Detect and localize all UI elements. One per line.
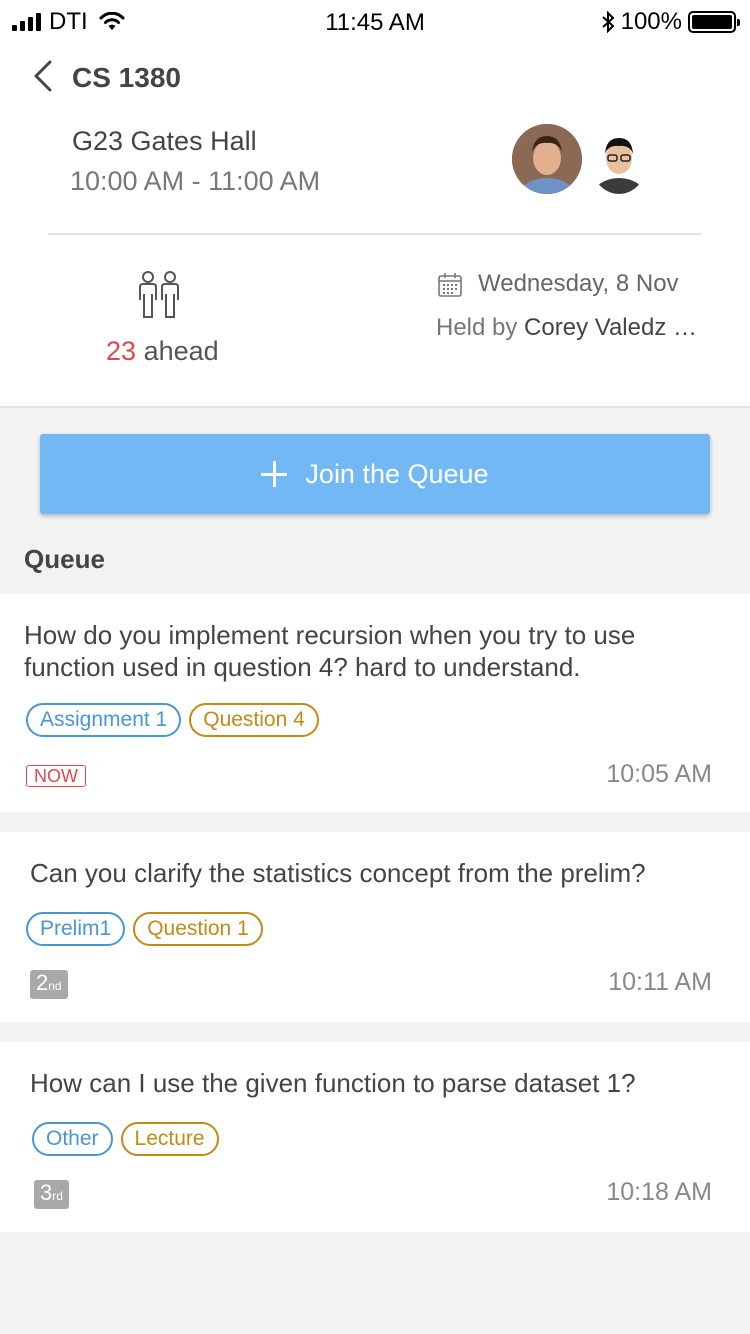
divider (48, 233, 701, 235)
date-label: Wednesday, 8 Nov (478, 270, 679, 297)
question-time: 10:11 AM (608, 968, 712, 996)
calendar-icon (438, 273, 462, 297)
held-by-label: Held by (436, 314, 518, 341)
time-range-label: 10:00 AM - 11:00 AM (70, 166, 321, 196)
queue-item[interactable]: How do you implement recursion when you … (0, 594, 750, 812)
rank-badge: 3rd (34, 1180, 69, 1209)
held-by: Held by Corey Valedz … (436, 314, 696, 342)
avatar[interactable] (512, 124, 582, 194)
battery-percent: 100% (620, 8, 682, 35)
bluetooth-icon (601, 11, 615, 33)
now-badge: NOW (26, 765, 86, 787)
back-icon[interactable] (28, 58, 58, 94)
tag-assignment: Assignment 1 (26, 703, 182, 737)
tag-question: Question 1 (133, 912, 263, 946)
queue-item[interactable]: Can you clarify the statistics concept f… (0, 832, 750, 1022)
battery-icon (688, 11, 740, 33)
plus-icon (261, 461, 288, 487)
question-text: How can I use the given function to pars… (30, 1068, 636, 1098)
tag-question: Question 4 (189, 703, 319, 737)
office-hours-header: CS 1380 G23 Gates Hall 10:00 AM - 11:00 … (0, 44, 750, 408)
question-time: 10:05 AM (606, 760, 712, 788)
people-icon (139, 271, 179, 318)
page-title: CS 1380 (72, 62, 181, 93)
join-queue-label: Join the Queue (305, 458, 489, 489)
status-right: 100% (601, 8, 740, 36)
avatar[interactable] (590, 126, 648, 194)
ahead-label: ahead (143, 336, 219, 366)
queue-heading: Queue (24, 544, 105, 574)
tag-prelim: Prelim1 (26, 912, 126, 946)
rank-badge: 2nd (30, 970, 68, 999)
location-label: G23 Gates Hall (72, 126, 257, 156)
question-text: How do you implement recursion when you … (24, 620, 636, 682)
join-queue-button[interactable]: Join the Queue (40, 434, 710, 514)
question-text: Can you clarify the statistics concept f… (30, 858, 646, 888)
queue-item[interactable]: How can I use the given function to pars… (0, 1042, 750, 1232)
status-bar: DTI 11:45 AM 100% (0, 0, 750, 44)
host-name: Corey Valedz … (524, 314, 696, 341)
ahead-count: 23 ahead (106, 336, 219, 367)
ahead-number: 23 (106, 336, 137, 366)
tag-other: Other (32, 1122, 113, 1156)
tag-list: Other Lecture (32, 1122, 219, 1156)
tag-list: Prelim1 Question 1 (26, 912, 263, 946)
tag-list: Assignment 1 Question 4 (26, 703, 319, 737)
tag-lecture: Lecture (120, 1122, 219, 1156)
question-time: 10:18 AM (606, 1178, 712, 1206)
